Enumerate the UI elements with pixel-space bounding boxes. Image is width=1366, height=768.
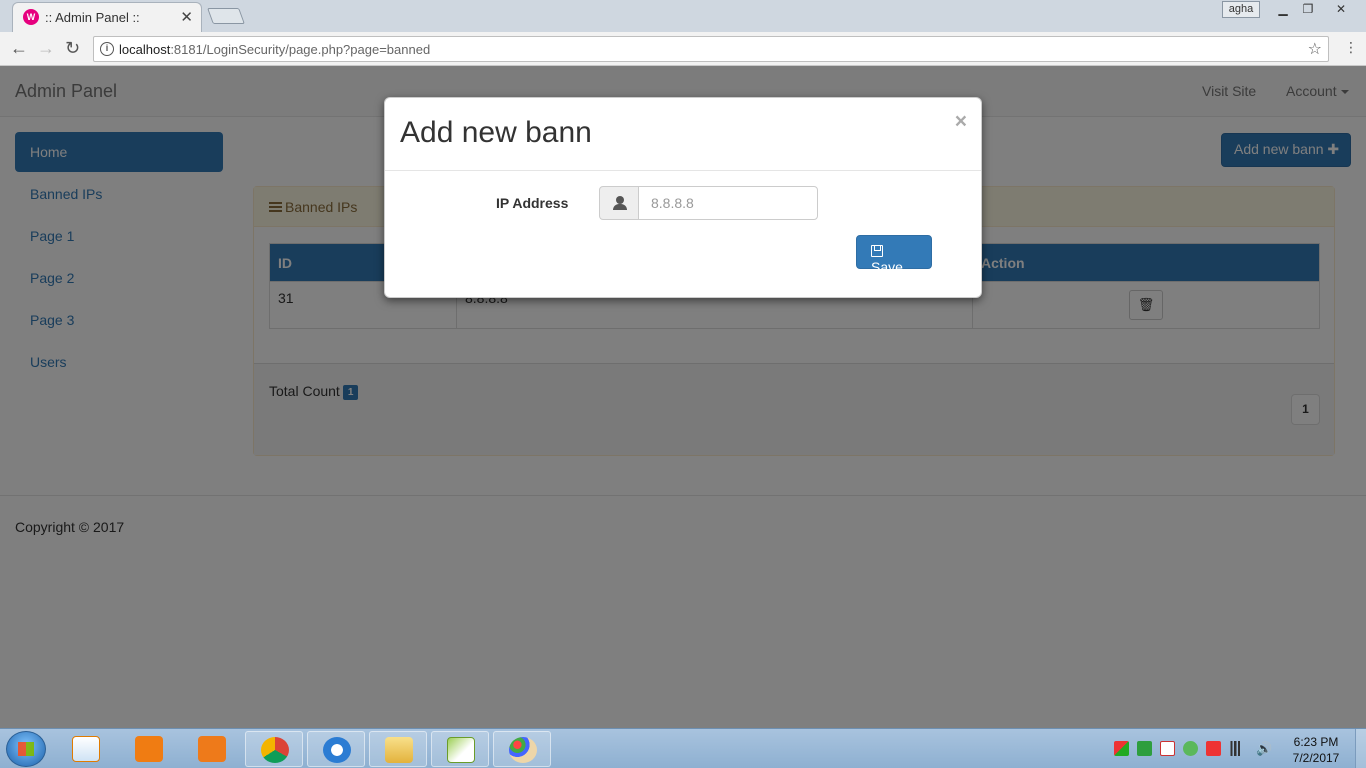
screenshot-icon	[198, 736, 226, 762]
system-tray: 🔊	[1110, 739, 1280, 759]
add-bann-modal: Add new bann × IP Address Save	[384, 97, 982, 298]
restore-icon[interactable]: ❐	[1295, 1, 1321, 18]
taskbar-paint[interactable]	[493, 731, 551, 767]
paint-icon	[509, 737, 537, 763]
tray-green-icon[interactable]	[1137, 741, 1152, 756]
taskbar-media-player[interactable]	[57, 731, 115, 767]
taskbar-messenger[interactable]	[307, 731, 365, 767]
taskbar-explorer[interactable]	[369, 731, 427, 767]
tray-crop-icon[interactable]	[1206, 741, 1221, 756]
minimize-icon[interactable]: ▁	[1270, 1, 1296, 18]
start-button[interactable]	[6, 731, 46, 767]
floppy-disk-icon	[871, 245, 883, 257]
tab-close-icon[interactable]: ✕	[180, 8, 193, 26]
tab-title: :: Admin Panel ::	[45, 10, 140, 25]
notepad-icon	[447, 737, 475, 763]
clock-time: 6:23 PM	[1293, 735, 1339, 749]
forward-icon[interactable]: →	[37, 38, 55, 59]
profile-button[interactable]: agha	[1222, 1, 1260, 18]
messenger-icon	[323, 737, 351, 763]
browser-tab-strip: W :: Admin Panel :: ✕ agha ▁ ❐ ✕	[0, 0, 1366, 32]
tray-app-icon[interactable]	[1114, 741, 1129, 756]
modal-title: Add new bann	[400, 116, 592, 149]
url-text: localhost:8181/LoginSecurity/page.php?pa…	[119, 42, 431, 57]
folder-icon	[385, 737, 413, 763]
tray-network-check-icon[interactable]	[1183, 741, 1198, 756]
modal-close-icon[interactable]: ×	[955, 110, 967, 134]
camera-icon	[135, 736, 163, 762]
chrome-icon	[261, 737, 289, 763]
reload-icon[interactable]: ↻	[65, 38, 80, 59]
browser-toolbar: ← → ↻ i localhost:8181/LoginSecurity/pag…	[0, 32, 1366, 66]
media-player-icon	[72, 736, 100, 762]
browser-tab[interactable]: W :: Admin Panel :: ✕	[12, 2, 202, 32]
taskbar-screenshot-app[interactable]	[183, 731, 241, 767]
taskbar-clock[interactable]: 6:23 PM 7/2/2017	[1286, 734, 1346, 766]
taskbar-camera-app[interactable]	[120, 731, 178, 767]
user-icon	[613, 196, 627, 210]
taskbar-notepad-plus[interactable]	[431, 731, 489, 767]
window-close-icon[interactable]: ✕	[1326, 1, 1356, 18]
info-icon[interactable]: i	[100, 42, 114, 56]
show-desktop-button[interactable]	[1355, 729, 1366, 768]
tray-flag-icon[interactable]	[1160, 741, 1175, 756]
browser-menu-icon[interactable]: ⋮	[1344, 39, 1358, 56]
favicon-icon: W	[23, 9, 39, 25]
bookmark-star-icon[interactable]: ☆	[1308, 39, 1322, 59]
volume-icon[interactable]: 🔊	[1256, 741, 1272, 756]
taskbar-chrome[interactable]	[245, 731, 303, 767]
new-tab-button[interactable]	[207, 8, 245, 24]
windows-taskbar: 🔊 6:23 PM 7/2/2017	[0, 728, 1366, 768]
ip-address-input[interactable]	[638, 186, 818, 220]
clock-date: 7/2/2017	[1292, 751, 1340, 765]
back-icon[interactable]: ←	[10, 38, 28, 59]
signal-icon[interactable]	[1229, 741, 1244, 756]
modal-header: Add new bann	[385, 98, 981, 171]
ip-address-label: IP Address	[496, 195, 569, 211]
input-addon	[599, 186, 639, 220]
ip-input-group	[599, 186, 818, 220]
address-bar[interactable]: i localhost:8181/LoginSecurity/page.php?…	[93, 36, 1329, 62]
save-button[interactable]: Save	[856, 235, 932, 275]
